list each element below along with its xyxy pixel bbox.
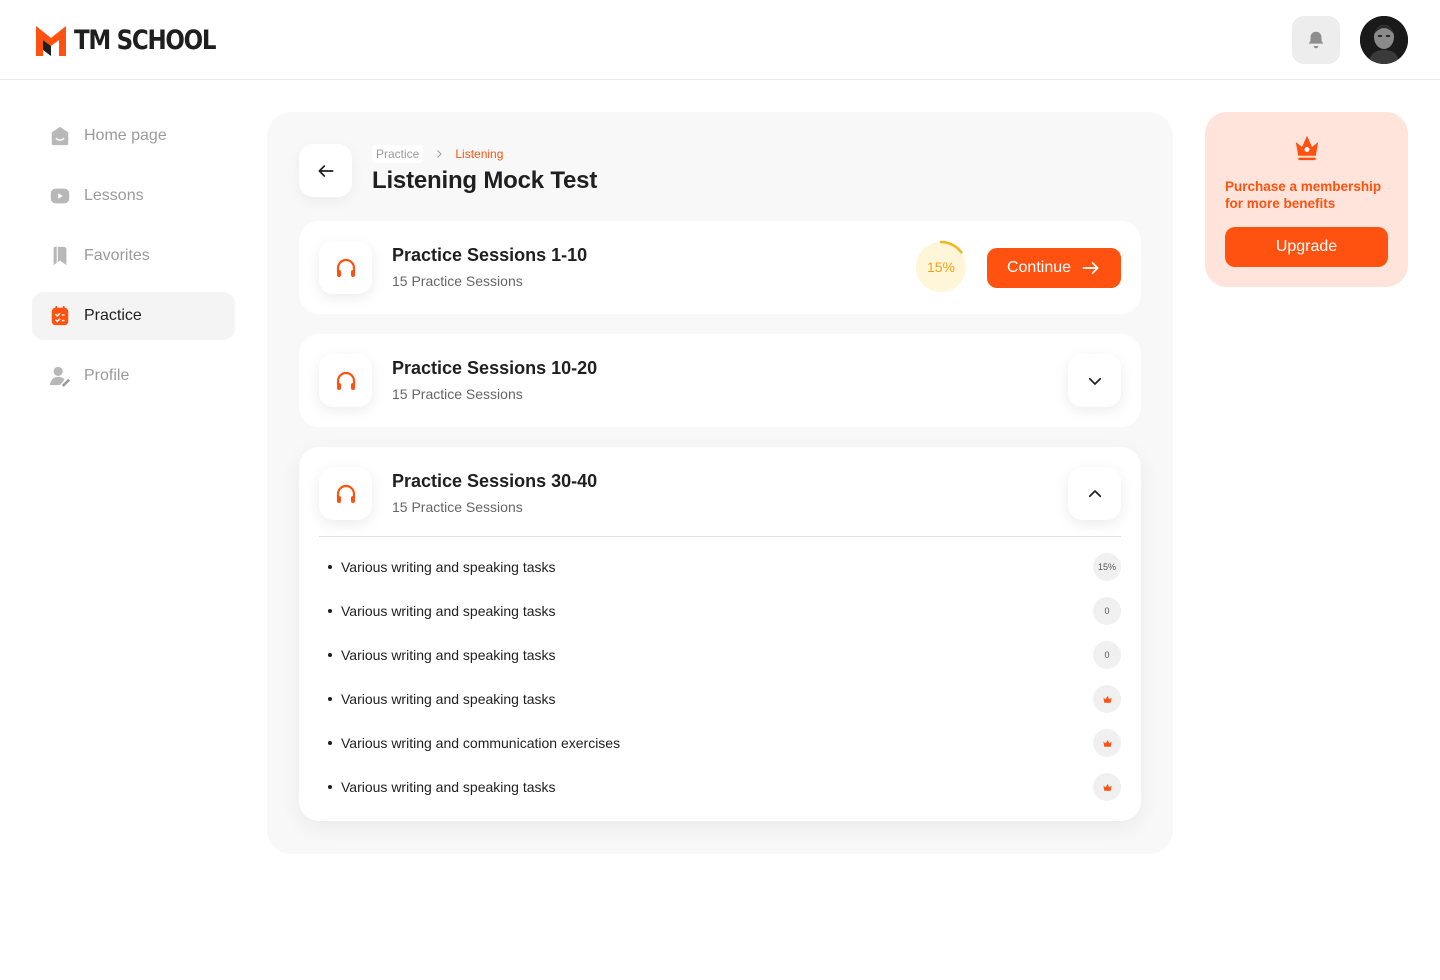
logo-mark-icon xyxy=(36,26,66,56)
upgrade-button[interactable]: Upgrade xyxy=(1225,227,1388,267)
sidebar-item-profile[interactable]: Profile xyxy=(32,352,235,400)
task-label: Various writing and speaking tasks xyxy=(319,603,556,619)
crown-icon xyxy=(1102,783,1112,791)
task-label: Various writing and speaking tasks xyxy=(319,691,556,707)
premium-badge xyxy=(1093,685,1121,713)
avatar[interactable] xyxy=(1360,16,1408,64)
user-avatar-icon xyxy=(1360,16,1408,64)
section-subtitle: 15 Practice Sessions xyxy=(392,499,523,515)
chevron-right-icon xyxy=(437,150,443,158)
membership-promo: Purchase a membership for more benefits … xyxy=(1205,112,1408,287)
headphones-icon xyxy=(336,371,355,390)
home-icon xyxy=(48,124,72,148)
practice-section-card: Practice Sessions 10-20 15 Practice Sess… xyxy=(299,334,1141,427)
task-label: Various writing and speaking tasks xyxy=(319,647,556,663)
task-item[interactable]: Various writing and speaking tasks 0 xyxy=(319,633,1121,677)
progress-label: 15% xyxy=(926,259,956,275)
headphones-icon xyxy=(336,258,355,277)
sidebar-item-favorites[interactable]: Favorites xyxy=(32,232,235,280)
breadcrumb: Practice Listening xyxy=(372,145,503,163)
task-item[interactable]: Various writing and communication exerci… xyxy=(319,721,1121,765)
bell-icon xyxy=(1308,31,1324,49)
task-item[interactable]: Various writing and speaking tasks 0 xyxy=(319,589,1121,633)
divider xyxy=(319,536,1121,537)
promo-text: Purchase a membership for more benefits xyxy=(1225,179,1382,211)
task-label: Various writing and communication exerci… xyxy=(319,735,620,751)
task-progress-badge: 15% xyxy=(1093,553,1121,581)
sidebar-item-label: Home page xyxy=(84,127,167,144)
headphones-icon xyxy=(336,484,355,503)
collapse-button[interactable] xyxy=(1068,467,1121,520)
chevron-down-icon xyxy=(1088,377,1101,385)
headphones-icon-tile xyxy=(319,241,372,294)
breadcrumb-item[interactable]: Practice xyxy=(372,145,424,163)
play-icon xyxy=(48,184,72,208)
user-icon xyxy=(48,364,72,388)
task-item[interactable]: Various writing and speaking tasks xyxy=(319,677,1121,721)
notifications-button[interactable] xyxy=(1292,16,1340,64)
crown-icon xyxy=(1102,695,1112,703)
task-list: Various writing and speaking tasks 15% V… xyxy=(319,545,1121,809)
task-item[interactable]: Various writing and speaking tasks 15% xyxy=(319,545,1121,589)
crown-icon xyxy=(1295,135,1319,161)
task-label: Various writing and speaking tasks xyxy=(319,559,556,575)
practice-section-card: Practice Sessions 30-40 15 Practice Sess… xyxy=(299,447,1141,821)
brand-name: TM SCHOOL xyxy=(74,24,217,56)
bookmark-icon xyxy=(48,244,72,268)
section-title: Practice Sessions 10-20 xyxy=(392,358,598,378)
sidebar-item-label: Lessons xyxy=(84,187,144,204)
sidebar: Home page Lessons Favorites Practice Pro… xyxy=(32,112,235,412)
task-item[interactable]: Various writing and speaking tasks xyxy=(319,765,1121,809)
sidebar-item-label: Favorites xyxy=(84,247,150,264)
progress-indicator: 15% xyxy=(913,239,969,295)
headphones-icon-tile xyxy=(319,354,372,407)
sidebar-item-label: Practice xyxy=(84,307,142,324)
continue-button-label: Continue xyxy=(1006,259,1072,276)
sidebar-item-home[interactable]: Home page xyxy=(32,112,235,160)
section-subtitle: 15 Practice Sessions xyxy=(392,386,523,402)
task-progress-badge: 0 xyxy=(1093,641,1121,669)
sidebar-item-label: Profile xyxy=(84,367,130,384)
arrow-left-icon xyxy=(318,164,333,177)
sidebar-item-practice[interactable]: Practice xyxy=(32,292,235,340)
task-label: Various writing and speaking tasks xyxy=(319,779,556,795)
top-header: TM SCHOOL xyxy=(0,0,1440,80)
task-progress-badge: 0 xyxy=(1093,597,1121,625)
arrow-right-icon xyxy=(1082,262,1099,274)
sidebar-item-lessons[interactable]: Lessons xyxy=(32,172,235,220)
practice-section-card: Practice Sessions 1-10 15 Practice Sessi… xyxy=(299,221,1141,314)
logo[interactable]: TM SCHOOL xyxy=(36,24,240,56)
premium-badge xyxy=(1093,729,1121,757)
crown-icon xyxy=(1102,739,1112,747)
continue-button[interactable]: Continue xyxy=(987,248,1121,288)
section-title: Practice Sessions 30-40 xyxy=(392,471,598,491)
main-panel: Practice Listening Listening Mock Test P… xyxy=(267,112,1173,854)
section-subtitle: 15 Practice Sessions xyxy=(392,273,523,289)
premium-badge xyxy=(1093,773,1121,801)
section-title: Practice Sessions 1-10 xyxy=(392,245,588,265)
expand-button[interactable] xyxy=(1068,354,1121,407)
chevron-up-icon xyxy=(1088,489,1101,497)
checklist-icon xyxy=(48,304,72,328)
headphones-icon-tile xyxy=(319,467,372,520)
breadcrumb-current: Listening xyxy=(455,147,504,161)
back-button[interactable] xyxy=(299,144,352,197)
page-title: Listening Mock Test xyxy=(372,167,598,194)
